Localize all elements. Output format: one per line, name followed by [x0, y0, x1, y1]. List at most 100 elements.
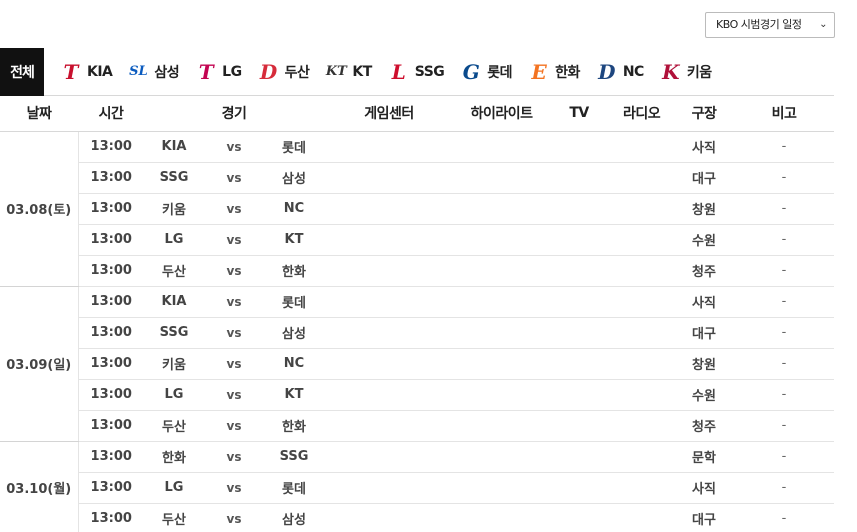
home-team-cell: 롯데	[264, 286, 325, 318]
team-tab-6[interactable]: G 롯데	[456, 48, 513, 96]
stadium-cell: 청주	[674, 255, 735, 287]
tv-cell	[549, 472, 610, 504]
tab-all[interactable]: 전체	[0, 47, 44, 96]
time-cell: 13:00	[78, 286, 144, 318]
radio-cell	[609, 503, 675, 532]
note-cell: -	[734, 472, 835, 504]
date-cell: 03.10(월)	[0, 441, 79, 532]
schedule-table: 날짜 시간 경기 게임센터 하이라이트 TV 라디오 구장 비고 03.08(토…	[0, 96, 835, 532]
team-tab-0[interactable]: T KIA	[56, 48, 113, 96]
tv-cell	[549, 286, 610, 318]
game-center-cell	[324, 348, 455, 380]
team-tab-label: 키움	[686, 64, 712, 81]
vs-cell: vs	[204, 472, 264, 504]
note-cell: -	[734, 503, 835, 532]
time-cell: 13:00	[78, 472, 144, 504]
team-filter-tabs: 전체 T KIA SL 삼성 T LG D 두산 KT KT L SSG G 롯데 E 한화 D NC K 키움	[0, 47, 834, 96]
time-cell: 13:00	[78, 317, 144, 349]
highlight-cell	[454, 224, 550, 256]
highlight-cell	[454, 441, 550, 473]
lg-twins-logo-icon: T	[198, 59, 214, 84]
note-cell: -	[734, 255, 835, 287]
game-center-cell	[324, 162, 455, 194]
schedule-type-select[interactable]: KBO 시범경기 일정 ⌄	[705, 12, 835, 38]
team-tab-5[interactable]: L SSG	[384, 48, 445, 96]
away-team-cell: 키움	[144, 193, 204, 225]
kia-tigers-logo-icon: T	[63, 59, 79, 84]
game-center-cell	[324, 131, 455, 163]
time-cell: 13:00	[78, 410, 144, 442]
vs-cell: vs	[204, 348, 264, 380]
note-cell: -	[734, 224, 835, 256]
time-cell: 13:00	[78, 131, 144, 163]
game-center-cell	[324, 255, 455, 287]
radio-cell	[609, 348, 675, 380]
game-center-cell	[324, 379, 455, 411]
away-team-cell: KIA	[144, 286, 204, 318]
away-team-cell: KIA	[144, 131, 204, 163]
tv-cell	[549, 255, 610, 287]
kt-wiz-logo-icon: KT	[325, 64, 347, 79]
note-cell: -	[734, 379, 835, 411]
highlight-cell	[454, 317, 550, 349]
tv-cell	[549, 410, 610, 442]
header-highlight: 하이라이트	[454, 96, 550, 132]
radio-cell	[609, 472, 675, 504]
team-tab-7[interactable]: E 한화	[524, 48, 580, 96]
vs-cell: vs	[204, 286, 264, 318]
header-tv: TV	[549, 96, 610, 132]
stadium-cell: 창원	[674, 348, 735, 380]
table-row: 13:00 두산 vs 한화 청주 -	[0, 410, 835, 442]
game-center-cell	[324, 193, 455, 225]
table-row: 13:00 SSG vs 삼성 대구 -	[0, 162, 835, 194]
radio-cell	[609, 224, 675, 256]
vs-cell: vs	[204, 193, 264, 225]
header-date: 날짜	[0, 96, 78, 132]
chevron-down-icon: ⌄	[819, 19, 827, 30]
header-game: 경기	[144, 96, 325, 132]
team-tab-1[interactable]: SL 삼성	[123, 48, 180, 96]
away-team-cell: SSG	[144, 317, 204, 349]
stadium-cell: 대구	[674, 503, 735, 532]
stadium-cell: 수원	[674, 224, 735, 256]
vs-cell: vs	[204, 224, 264, 256]
schedule-type-selected: KBO 시범경기 일정	[716, 18, 802, 31]
home-team-cell: NC	[264, 348, 325, 380]
stadium-cell: 대구	[674, 162, 735, 194]
time-cell: 13:00	[78, 379, 144, 411]
home-team-cell: 삼성	[264, 162, 325, 194]
vs-cell: vs	[204, 317, 264, 349]
header-game-center: 게임센터	[324, 96, 455, 132]
header-stadium: 구장	[674, 96, 735, 132]
kiwoom-heroes-logo-icon: K	[662, 59, 680, 84]
radio-cell	[609, 379, 675, 411]
tv-cell	[549, 193, 610, 225]
team-tab-3[interactable]: D 두산	[254, 48, 310, 96]
vs-cell: vs	[204, 162, 264, 194]
away-team-cell: LG	[144, 472, 204, 504]
team-tab-label: NC	[622, 63, 645, 80]
team-tab-label: 롯데	[487, 64, 513, 81]
vs-cell: vs	[204, 441, 264, 473]
team-tab-8[interactable]: D NC	[592, 48, 644, 96]
note-cell: -	[734, 410, 835, 442]
team-tab-2[interactable]: T LG	[191, 48, 242, 96]
team-tab-9[interactable]: K 키움	[656, 48, 712, 96]
away-team-cell: 한화	[144, 441, 204, 473]
away-team-cell: SSG	[144, 162, 204, 194]
team-tab-label: 두산	[284, 64, 310, 81]
table-header-row: 날짜 시간 경기 게임센터 하이라이트 TV 라디오 구장 비고	[0, 96, 835, 132]
radio-cell	[609, 286, 675, 318]
date-cell: 03.08(토)	[0, 131, 79, 287]
time-cell: 13:00	[78, 348, 144, 380]
home-team-cell: KT	[264, 379, 325, 411]
game-center-cell	[324, 224, 455, 256]
table-row: 13:00 SSG vs 삼성 대구 -	[0, 317, 835, 349]
stadium-cell: 사직	[674, 472, 735, 504]
stadium-cell: 사직	[674, 131, 735, 163]
tv-cell	[549, 317, 610, 349]
stadium-cell: 수원	[674, 379, 735, 411]
highlight-cell	[454, 162, 550, 194]
away-team-cell: 두산	[144, 410, 204, 442]
team-tab-4[interactable]: KT KT	[321, 48, 372, 96]
